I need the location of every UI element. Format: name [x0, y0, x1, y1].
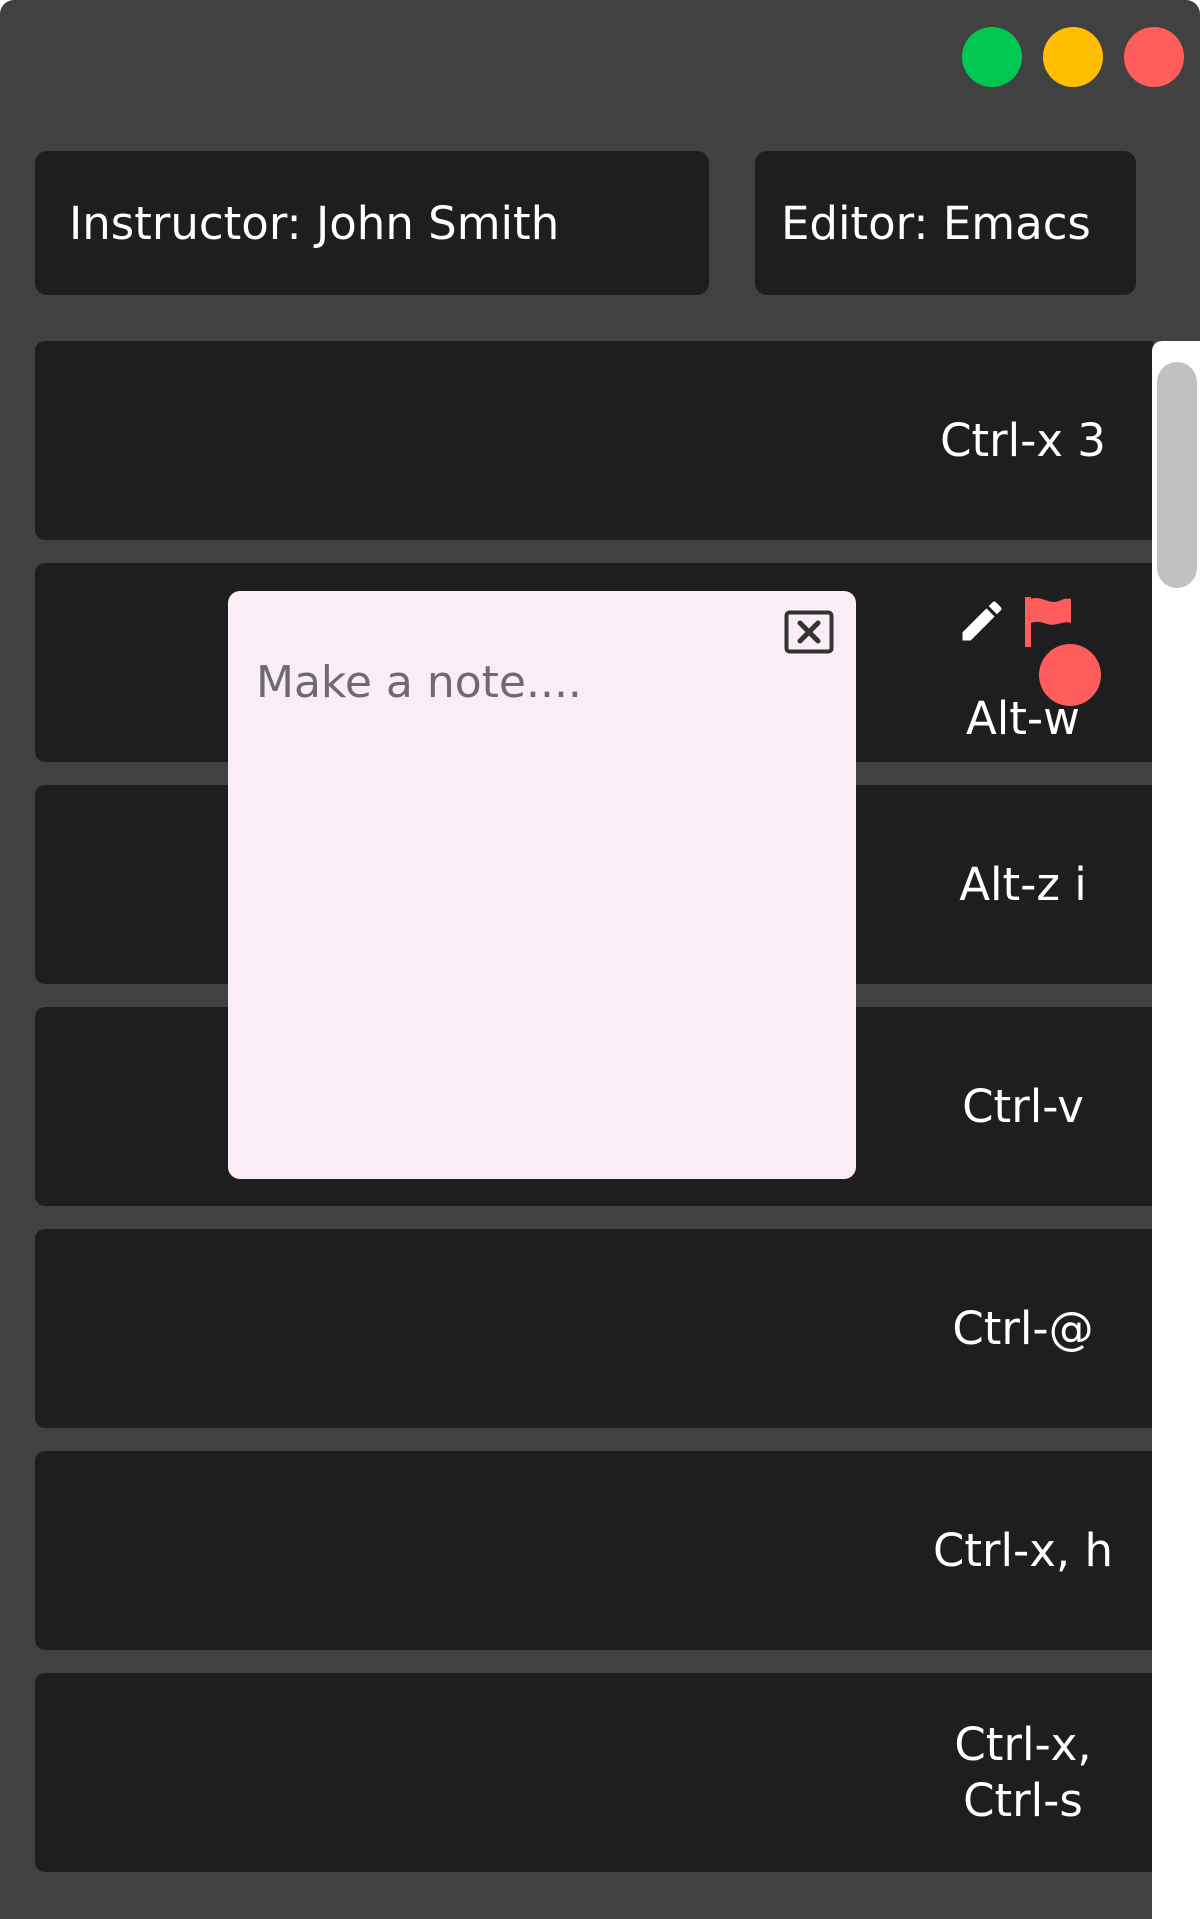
- editor-label: Editor: Emacs: [781, 196, 1091, 250]
- instructor-label: Instructor: John Smith: [69, 196, 560, 250]
- note-popup: [228, 591, 856, 1179]
- window-close-button[interactable]: [1124, 27, 1184, 87]
- note-input[interactable]: [228, 591, 856, 1179]
- shortcut-key: Alt-w: [966, 692, 1080, 745]
- shortcut-key: Ctrl-x, h: [932, 1524, 1114, 1577]
- shortcut-key: Ctrl-@: [952, 1302, 1094, 1355]
- shortcut-card[interactable]: Ctrl-x 3: [35, 341, 1153, 540]
- editor-box: Editor: Emacs: [755, 151, 1136, 295]
- window-minimize-button[interactable]: [1043, 27, 1103, 87]
- app-window: Instructor: John Smith Editor: Emacs Ctr…: [0, 0, 1200, 1919]
- shortcut-card[interactable]: Ctrl-x, h: [35, 1451, 1153, 1650]
- scrollbar-thumb[interactable]: [1157, 362, 1197, 588]
- window-maximize-button[interactable]: [962, 27, 1022, 87]
- shortcut-card[interactable]: Ctrl-@: [35, 1229, 1153, 1428]
- shortcut-key: Ctrl-x 3: [940, 414, 1106, 467]
- pencil-icon[interactable]: [956, 595, 1008, 651]
- shortcut-key: Ctrl-x, Ctrl-s: [954, 1718, 1092, 1827]
- shortcut-card[interactable]: Ctrl-x, Ctrl-s: [35, 1673, 1153, 1872]
- instructor-box: Instructor: John Smith: [35, 151, 709, 295]
- shortcut-key: Ctrl-v: [962, 1080, 1084, 1133]
- close-box-icon[interactable]: [784, 610, 834, 654]
- shortcut-key: Alt-z i: [959, 858, 1087, 911]
